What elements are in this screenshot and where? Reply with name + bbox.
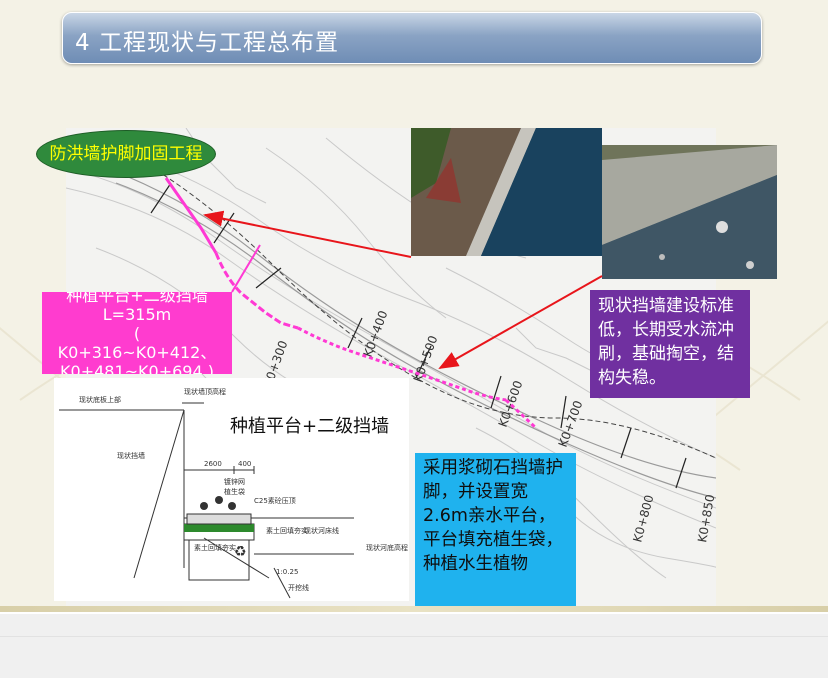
lower-area bbox=[0, 614, 828, 678]
drawing-label: 开挖线 bbox=[288, 583, 309, 592]
divider bbox=[0, 636, 828, 637]
drawing-label: 现状墙顶高程 bbox=[184, 387, 226, 396]
callout-cyan-text: 采用浆砌石挡墙护脚，并设置宽2.6m亲水平台，平台填充植生袋，种植水生植物 bbox=[423, 458, 563, 574]
callout-pink: 种植平台+二级挡墙 L=315m ( K0+316~K0+412、 K0+481… bbox=[42, 292, 232, 374]
callout-pink-text: 种植平台+二级挡墙 L=315m ( K0+316~K0+412、 K0+481… bbox=[57, 292, 217, 374]
slide-title: 4 工程现状与工程总布置 bbox=[75, 30, 339, 56]
drawing-label: 现状挡墙 bbox=[117, 451, 145, 460]
drawing-label: 现状河床线 bbox=[304, 526, 339, 535]
drawing-label: 素土回填夯实 bbox=[194, 543, 236, 552]
callout-cyan: 采用浆砌石挡墙护脚，并设置宽2.6m亲水平台，平台填充植生袋，种植水生植物 bbox=[415, 453, 576, 609]
drawing-label: 植生袋 bbox=[224, 487, 245, 496]
callout-purple-text: 现状挡墙建设标准低，长期受水流冲刷，基础掏空，结构失稳。 bbox=[598, 296, 734, 388]
drawing-label: 1:0.25 bbox=[276, 568, 298, 576]
drawing-label: 现状河底高程 bbox=[366, 543, 408, 552]
section-title: 种植平台+二级挡墙 bbox=[230, 416, 390, 437]
bottom-band bbox=[0, 606, 828, 612]
site-photo-1 bbox=[411, 128, 602, 256]
slide: 4 工程现状与工程总布置 K0+300 K0+400 K0+500 K0+600… bbox=[0, 0, 828, 612]
drawing-label: C25素砼压顶 bbox=[254, 496, 296, 505]
callout-oval-text: 防洪墙护脚加固工程 bbox=[49, 144, 203, 164]
callout-oval: 防洪墙护脚加固工程 bbox=[36, 130, 216, 178]
site-photo-2 bbox=[602, 145, 777, 279]
drawing-label: 400 bbox=[238, 460, 251, 468]
drawing-label: 素土回填夯实 bbox=[266, 526, 308, 535]
title-bar: 4 工程现状与工程总布置 bbox=[62, 12, 762, 64]
drawing-label: 现状底板上部 bbox=[79, 395, 121, 404]
callout-purple: 现状挡墙建设标准低，长期受水流冲刷，基础掏空，结构失稳。 bbox=[590, 290, 750, 398]
drawing-label: 镀锌网 bbox=[224, 477, 245, 486]
drawing-label: 2600 bbox=[204, 460, 222, 468]
